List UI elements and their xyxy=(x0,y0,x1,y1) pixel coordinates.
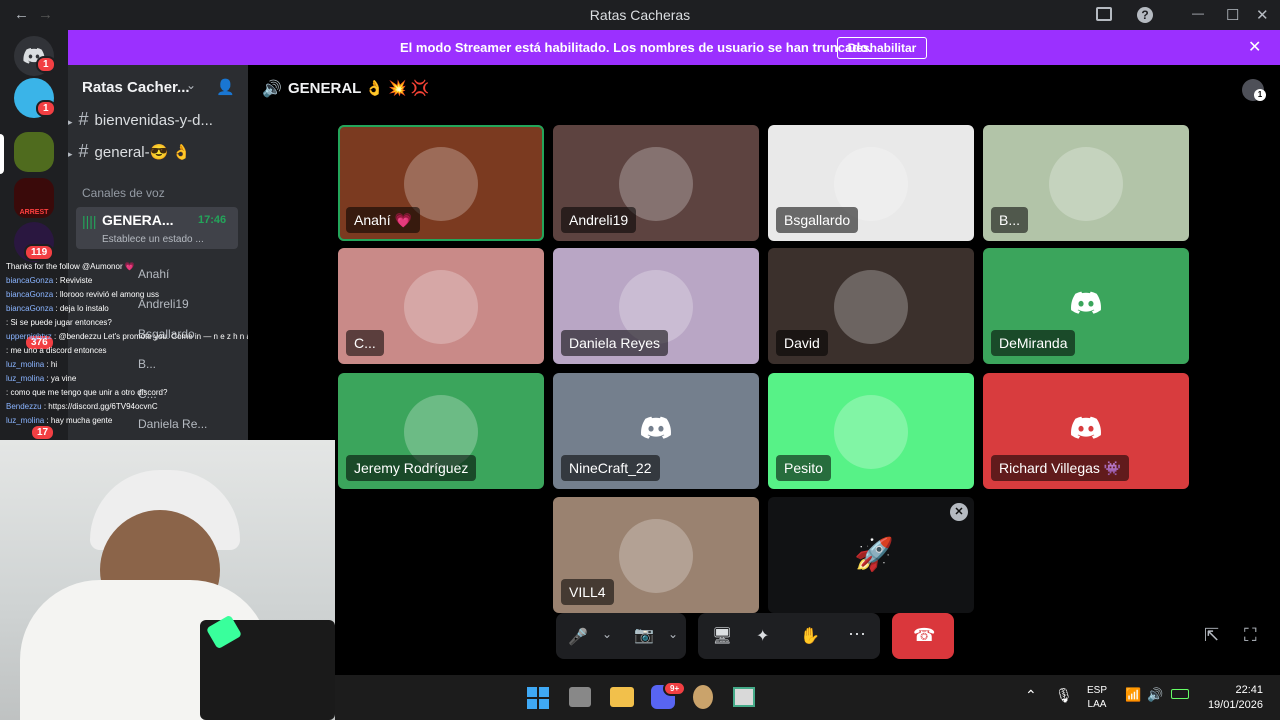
participant-avatar xyxy=(619,519,693,593)
discord-logo-icon xyxy=(633,411,679,445)
chevron-down-icon[interactable]: ⌄ xyxy=(602,627,612,641)
chevron-down-icon[interactable]: ⌄ xyxy=(186,78,196,92)
voice-call-area: 🔊 GENERAL 👌 💥 💢 1 Anahí 💗 Andreli19 Bsgall… xyxy=(248,65,1280,675)
home-badge: 1 xyxy=(36,56,56,73)
window-title: Ratas Cacheras xyxy=(589,7,691,23)
close-button[interactable]: ✕ xyxy=(1256,6,1269,24)
battery-icon[interactable] xyxy=(1171,689,1189,699)
chevron-up-icon[interactable]: ⌃ xyxy=(1025,687,1037,704)
banner-message: El modo Streamer está habilitado. Los no… xyxy=(400,40,872,55)
hang-up-icon: ☎ xyxy=(913,625,936,645)
participant-name: VILL4 xyxy=(561,579,614,605)
disable-streamer-button[interactable]: Deshabilitar xyxy=(837,37,927,59)
participant-name: Bsgallardo xyxy=(776,207,859,233)
participant-tile[interactable]: Daniela Reyes xyxy=(553,248,759,364)
invite-tile[interactable]: ✕ 🚀 xyxy=(768,497,974,613)
soundboard-icon[interactable]: ✋ xyxy=(800,626,820,646)
maximize-button[interactable]: ☐ xyxy=(1226,6,1239,24)
camera-off-icon[interactable]: 📷 xyxy=(634,625,654,645)
file-explorer-icon[interactable] xyxy=(610,687,634,707)
help-icon[interactable]: ? xyxy=(1137,7,1153,23)
microphone-icon[interactable]: 🎙 xyxy=(1055,687,1073,704)
participant-name: Anahí 💗 xyxy=(346,207,420,233)
fullscreen-icon[interactable]: ⛶ xyxy=(1244,625,1257,646)
mic-video-group: 🎤 ⌄ 📷 ⌄ xyxy=(556,613,686,659)
participant-name: Andreli19 xyxy=(561,207,637,233)
participant-tile[interactable]: Bsgallardo xyxy=(768,125,974,241)
participant-avatar xyxy=(834,395,908,469)
participant-tile[interactable]: David xyxy=(768,248,974,364)
participant-tile[interactable]: Richard Villegas 👾 xyxy=(983,373,1189,489)
participant-tile[interactable]: VILL4 xyxy=(553,497,759,613)
popout-icon[interactable]: ⇱ xyxy=(1204,625,1219,646)
participant-tile[interactable]: Andreli19 xyxy=(553,125,759,241)
discord-logo-icon xyxy=(1063,411,1109,445)
voice-channel-general[interactable]: |||| GENERA... 17:46 Establece un estado… xyxy=(76,207,238,249)
app-window-icon[interactable] xyxy=(733,687,755,707)
discord-logo-icon xyxy=(1063,286,1109,320)
participant-name: David xyxy=(776,330,828,356)
screen-share-icon[interactable]: 🖥 xyxy=(712,626,732,646)
server-icon-arrest[interactable]: ARREST xyxy=(14,178,54,218)
participant-avatar xyxy=(404,270,478,344)
hash-icon: # xyxy=(78,141,89,161)
server-badge: 1 xyxy=(36,100,56,117)
more-options-icon[interactable]: ⋯ xyxy=(848,624,866,645)
activities-icon[interactable]: ✦ xyxy=(756,626,769,646)
server-badge: 119 xyxy=(24,244,55,261)
rocket-add-icon: 🚀 xyxy=(854,536,894,572)
wifi-icon[interactable]: 📶 xyxy=(1125,687,1141,703)
participant-name: Jeremy Rodríguez xyxy=(346,455,477,481)
windows-start-icon[interactable] xyxy=(527,687,549,709)
participant-name: C... xyxy=(346,330,384,356)
active-server-indicator xyxy=(0,134,4,174)
server-name[interactable]: Ratas Cacher... xyxy=(82,79,190,96)
window-titlebar: ← → Ratas Cacheras ? — ☐ ✕ xyxy=(0,0,1280,30)
voice-channel-title: GENERAL 👌 💥 💢 xyxy=(288,80,430,97)
chevron-down-icon[interactable]: ⌄ xyxy=(668,627,678,641)
channel-bienvenidas[interactable]: ▸ # bienvenidas-y-d... xyxy=(68,109,213,130)
activities-group: 🖥 ✦ ✋ ⋯ xyxy=(698,613,880,659)
participant-tile[interactable]: B... xyxy=(983,125,1189,241)
participant-name: Daniela Reyes xyxy=(561,330,669,356)
add-member-icon[interactable]: 👤 xyxy=(216,78,235,96)
participant-tile[interactable]: DeMiranda xyxy=(983,248,1189,364)
participant-tile[interactable]: Jeremy Rodríguez xyxy=(338,373,544,489)
streamer-mode-banner: El modo Streamer está habilitado. Los no… xyxy=(68,30,1280,65)
minimize-button[interactable]: — xyxy=(1192,6,1204,20)
task-view-icon[interactable] xyxy=(569,687,591,707)
app-icon[interactable] xyxy=(693,685,713,709)
participant-tile[interactable]: Pesito xyxy=(768,373,974,489)
close-icon[interactable]: ✕ xyxy=(950,503,968,521)
notification-count: 1 xyxy=(1254,89,1266,101)
participant-tile[interactable]: C... xyxy=(338,248,544,364)
participant-name: DeMiranda xyxy=(991,330,1076,356)
mic-muted-icon[interactable]: 🎤 xyxy=(568,627,588,647)
participant-name: B... xyxy=(991,207,1029,233)
voice-category-label[interactable]: Canales de voz xyxy=(82,186,165,200)
windows-taskbar: 9+ ⌃ 🎙 ESP LAA 📶 🔊 22:41 19/01/2026 xyxy=(335,675,1280,720)
inbox-icon[interactable] xyxy=(1096,7,1112,21)
banner-close-icon[interactable]: ✕ xyxy=(1248,37,1261,57)
speaker-icon: 🔊 xyxy=(262,81,282,98)
participant-tile[interactable]: Anahí 💗 xyxy=(338,125,544,241)
hash-icon: # xyxy=(78,109,89,129)
volume-icon[interactable]: 🔊 xyxy=(1147,687,1163,703)
participant-tile[interactable]: NineCraft_22 xyxy=(553,373,759,489)
participant-name: Pesito xyxy=(776,455,831,481)
clock[interactable]: 22:41 19/01/2026 xyxy=(1205,683,1263,713)
language-indicator[interactable]: ESP LAA xyxy=(1087,684,1107,712)
disconnect-button[interactable]: ☎ xyxy=(892,613,954,659)
voice-activity-icon: |||| xyxy=(82,213,97,229)
participant-name: Richard Villegas 👾 xyxy=(991,455,1130,481)
discord-taskbar-badge: 9+ xyxy=(663,681,687,696)
streamer-webcam xyxy=(0,440,335,720)
voice-timer: 17:46 xyxy=(198,214,227,226)
participant-avatar xyxy=(1049,147,1123,221)
server-icon-ratas[interactable] xyxy=(14,132,54,172)
voice-status[interactable]: Establece un estado ... xyxy=(102,234,204,245)
participant-name: NineCraft_22 xyxy=(561,455,660,481)
channel-general[interactable]: ▸ # general-😎 👌 xyxy=(68,141,191,162)
participant-avatar xyxy=(834,270,908,344)
